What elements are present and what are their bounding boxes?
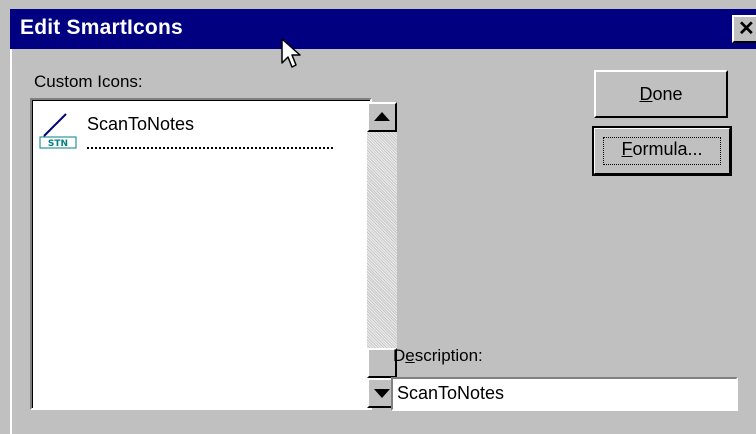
done-mnemonic: D xyxy=(639,84,653,104)
arrow-down-icon xyxy=(374,389,390,398)
close-icon: ✕ xyxy=(738,18,755,40)
description-value: ScanToNotes xyxy=(397,383,505,403)
formula-button[interactable]: Formula... xyxy=(592,126,732,176)
mouse-pointer-icon xyxy=(281,38,301,68)
custom-icons-list[interactable]: STN ScanToNotes xyxy=(30,98,397,410)
icon-badge-text: STN xyxy=(48,139,68,149)
dialog-edge xyxy=(10,49,12,434)
item-separator xyxy=(87,147,333,149)
scroll-up-button[interactable] xyxy=(367,102,397,132)
description-label: Description: xyxy=(393,346,483,365)
description-field[interactable]: ScanToNotes xyxy=(391,377,738,411)
formula-label: ormula... xyxy=(632,139,703,159)
list-item-label: ScanToNotes xyxy=(87,114,195,134)
dialog-title: Edit SmartIcons xyxy=(20,16,183,39)
list-item[interactable]: STN ScanToNotes xyxy=(36,106,334,150)
done-label: one xyxy=(652,84,683,104)
formula-mnemonic: F xyxy=(621,139,633,159)
scan-to-notes-icon: STN xyxy=(38,110,78,150)
done-button[interactable]: Done xyxy=(594,70,728,118)
arrow-up-icon xyxy=(374,112,390,121)
title-bar[interactable]: Edit SmartIcons ✕ xyxy=(10,9,756,49)
close-button[interactable]: ✕ xyxy=(732,15,756,43)
custom-icons-label: Custom Icons: xyxy=(34,72,143,91)
